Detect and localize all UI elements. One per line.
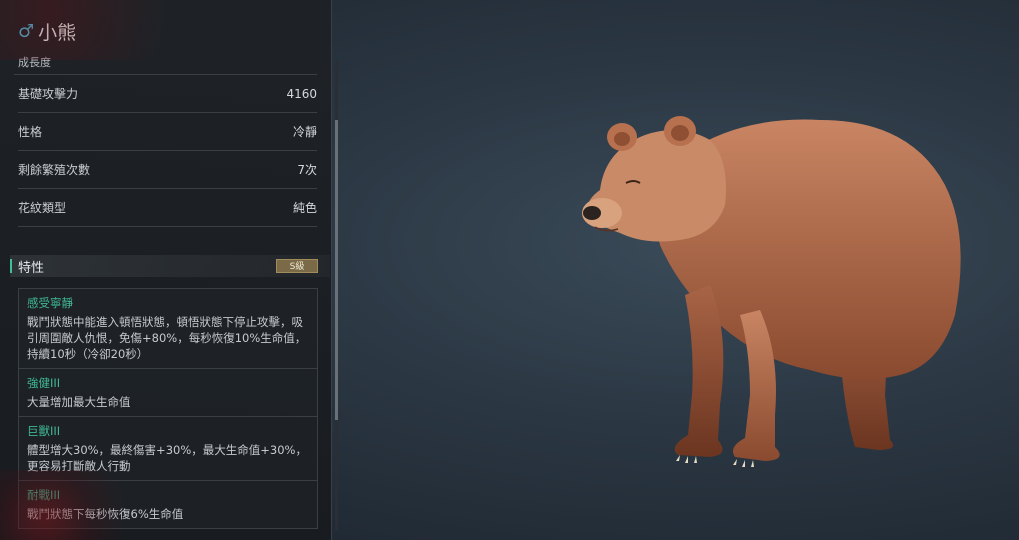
trait-item[interactable]: 耐戰III 戰鬥狀態下每秒恢復6%生命值	[18, 480, 318, 529]
stat-value: 冷靜	[292, 125, 317, 139]
stat-label: 花紋類型	[18, 201, 67, 215]
trait-description: 體型增大30%，最終傷害+30%，最大生命值+30%，更容易打斷敵人行動	[27, 443, 307, 473]
creature-header: ♂ 小熊	[0, 0, 331, 46]
traits-section-header: 特性 S級	[10, 255, 330, 277]
trait-item[interactable]: 巨獸III 體型增大30%，最終傷害+30%，最大生命值+30%，更容易打斷敵人…	[18, 416, 318, 480]
trait-item[interactable]: 強健III 大量增加最大生命值	[18, 368, 318, 416]
growth-label: 成長度	[18, 56, 51, 69]
male-icon: ♂	[18, 20, 35, 42]
stat-row-pattern: 花紋類型 純色	[18, 189, 317, 227]
stat-value: 純色	[292, 201, 317, 215]
stat-label: 性格	[18, 125, 43, 139]
stat-label: 基礎攻擊力	[18, 87, 79, 101]
creature-name: 小熊	[38, 21, 77, 44]
trait-description: 戰鬥狀態中能進入頓悟狀態，頓悟狀態下停止攻擊，吸引周圍敵人仇恨，免傷+80%，每…	[27, 315, 307, 361]
trait-name: 巨獸III	[27, 424, 61, 438]
traits-title: 特性	[18, 260, 45, 276]
section-accent-bar	[10, 259, 12, 273]
stat-row-breeding: 剩餘繁殖次數 7次	[18, 151, 317, 189]
stat-value: 7次	[297, 163, 317, 177]
stat-row-attack: 基礎攻擊力 4160	[18, 75, 317, 113]
trait-rank-badge: S級	[276, 259, 318, 273]
creature-model-view[interactable]	[560, 95, 980, 475]
trait-description: 戰鬥狀態下每秒恢復6%生命值	[27, 507, 184, 521]
trait-name: 耐戰III	[27, 488, 61, 502]
stat-value: 4160	[286, 86, 317, 101]
stat-row-personality: 性格 冷靜	[18, 113, 317, 151]
trait-name: 感受寧靜	[27, 296, 73, 310]
scrollbar-thumb[interactable]	[335, 120, 338, 420]
creature-info-panel: ♂ 小熊 成長度 基礎攻擊力 4160 性格 冷靜 剩餘繁殖次數 7次 花紋類型…	[0, 0, 332, 540]
bear-illustration	[582, 116, 961, 467]
panel-scrollbar[interactable]	[335, 60, 338, 530]
trait-item[interactable]: 感受寧靜 戰鬥狀態中能進入頓悟狀態，頓悟狀態下停止攻擊，吸引周圍敵人仇恨，免傷+…	[18, 288, 318, 368]
trait-list: 感受寧靜 戰鬥狀態中能進入頓悟狀態，頓悟狀態下停止攻擊，吸引周圍敵人仇恨，免傷+…	[18, 288, 318, 529]
trait-name: 強健III	[27, 376, 61, 390]
stat-label: 剩餘繁殖次數	[18, 163, 91, 177]
trait-description: 大量增加最大生命值	[27, 395, 131, 409]
